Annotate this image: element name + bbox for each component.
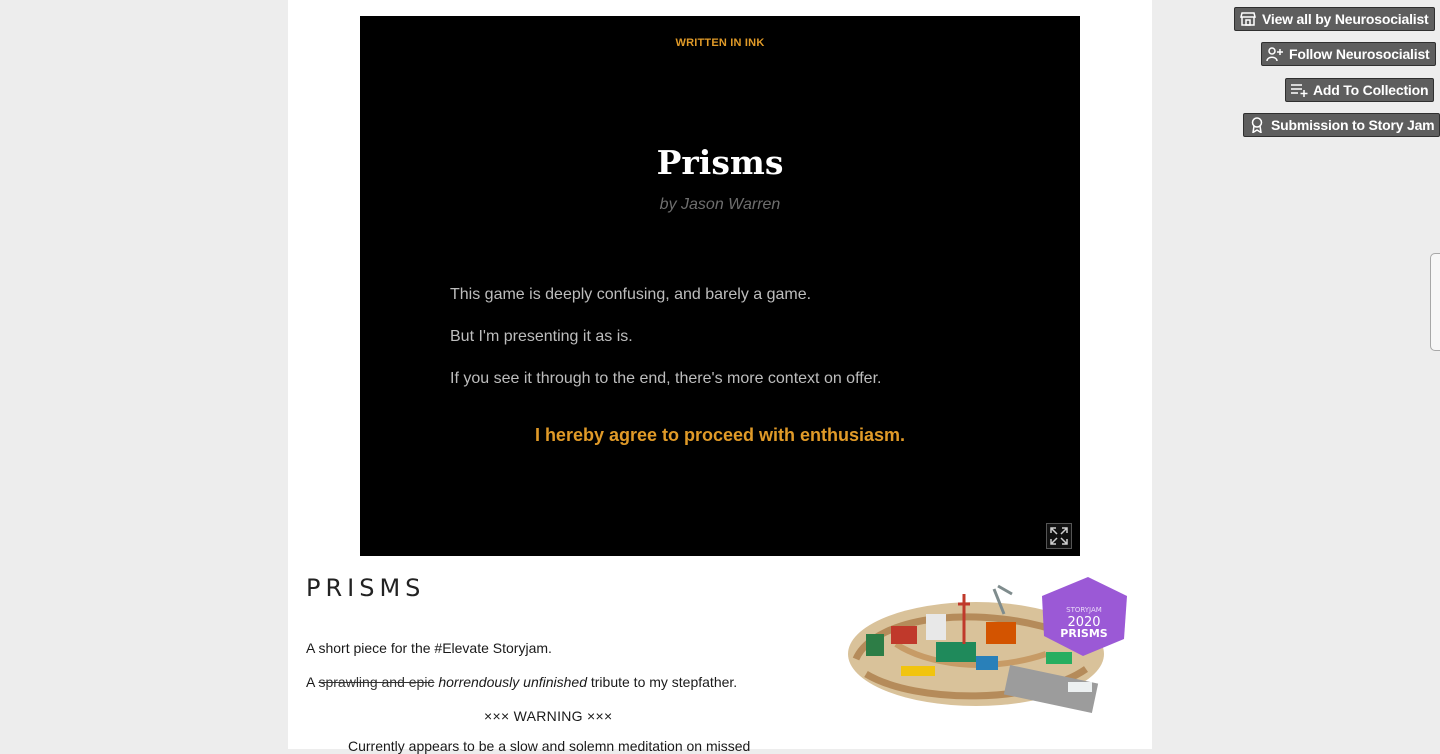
description-line: A sprawling and epic horrendously unfini…	[306, 674, 737, 690]
add-to-collection-button[interactable]: Add To Collection	[1285, 78, 1435, 102]
user-plus-icon	[1266, 46, 1284, 62]
story-choice-link[interactable]: I hereby agree to proceed with enthusias…	[360, 425, 1080, 446]
button-label: Submission to Story Jam	[1271, 117, 1435, 133]
story-paragraph: If you see it through to the end, there'…	[450, 370, 882, 387]
expand-icon	[1050, 527, 1068, 545]
description-line: Currently appears to be a slow and solem…	[348, 738, 751, 754]
game-byline: by Jason Warren	[659, 196, 781, 213]
badge-line: STORYJAM	[1066, 606, 1102, 614]
text-fragment: A	[306, 674, 315, 690]
side-drawer-tab[interactable]	[1430, 253, 1440, 351]
story-jam-submission-button[interactable]: Submission to Story Jam	[1243, 113, 1440, 137]
badge-line: PRISMS	[1060, 627, 1107, 640]
ink-credit-link[interactable]: WRITTEN IN INK	[360, 37, 1080, 49]
page-column: WRITTEN IN INK Prisms by Jason Warren Th…	[288, 0, 1152, 754]
game-title: Prisms	[656, 143, 784, 182]
warning-line: ××× WARNING ×××	[484, 708, 613, 724]
button-label: Add To Collection	[1313, 82, 1429, 98]
button-label: Follow Neurosocialist	[1289, 46, 1430, 62]
game-embed-frame[interactable]: WRITTEN IN INK Prisms by Jason Warren Th…	[360, 16, 1080, 556]
story-paragraph: This game is deeply confusing, and barel…	[450, 286, 812, 303]
button-label: View all by Neurosocialist	[1262, 11, 1429, 27]
italic-text: horrendously unfinished	[438, 674, 587, 690]
follow-button[interactable]: Follow Neurosocialist	[1261, 42, 1436, 66]
award-ribbon-icon	[1248, 117, 1266, 133]
view-all-button[interactable]: View all by Neurosocialist	[1234, 7, 1435, 31]
fullscreen-button[interactable]	[1046, 523, 1072, 549]
train-set-promo-image: STORYJAM 2020 PRISMS	[848, 577, 1127, 714]
description-line: A short piece for the #Elevate Storyjam.	[306, 640, 552, 656]
storefront-icon	[1239, 11, 1257, 27]
description-heading: PRISMS	[306, 574, 426, 602]
story-paragraph: But I'm presenting it as is.	[450, 328, 633, 345]
struck-text: sprawling and epic	[318, 674, 435, 690]
playlist-add-icon	[1290, 82, 1308, 98]
text-fragment: tribute to my stepfather.	[590, 674, 738, 690]
